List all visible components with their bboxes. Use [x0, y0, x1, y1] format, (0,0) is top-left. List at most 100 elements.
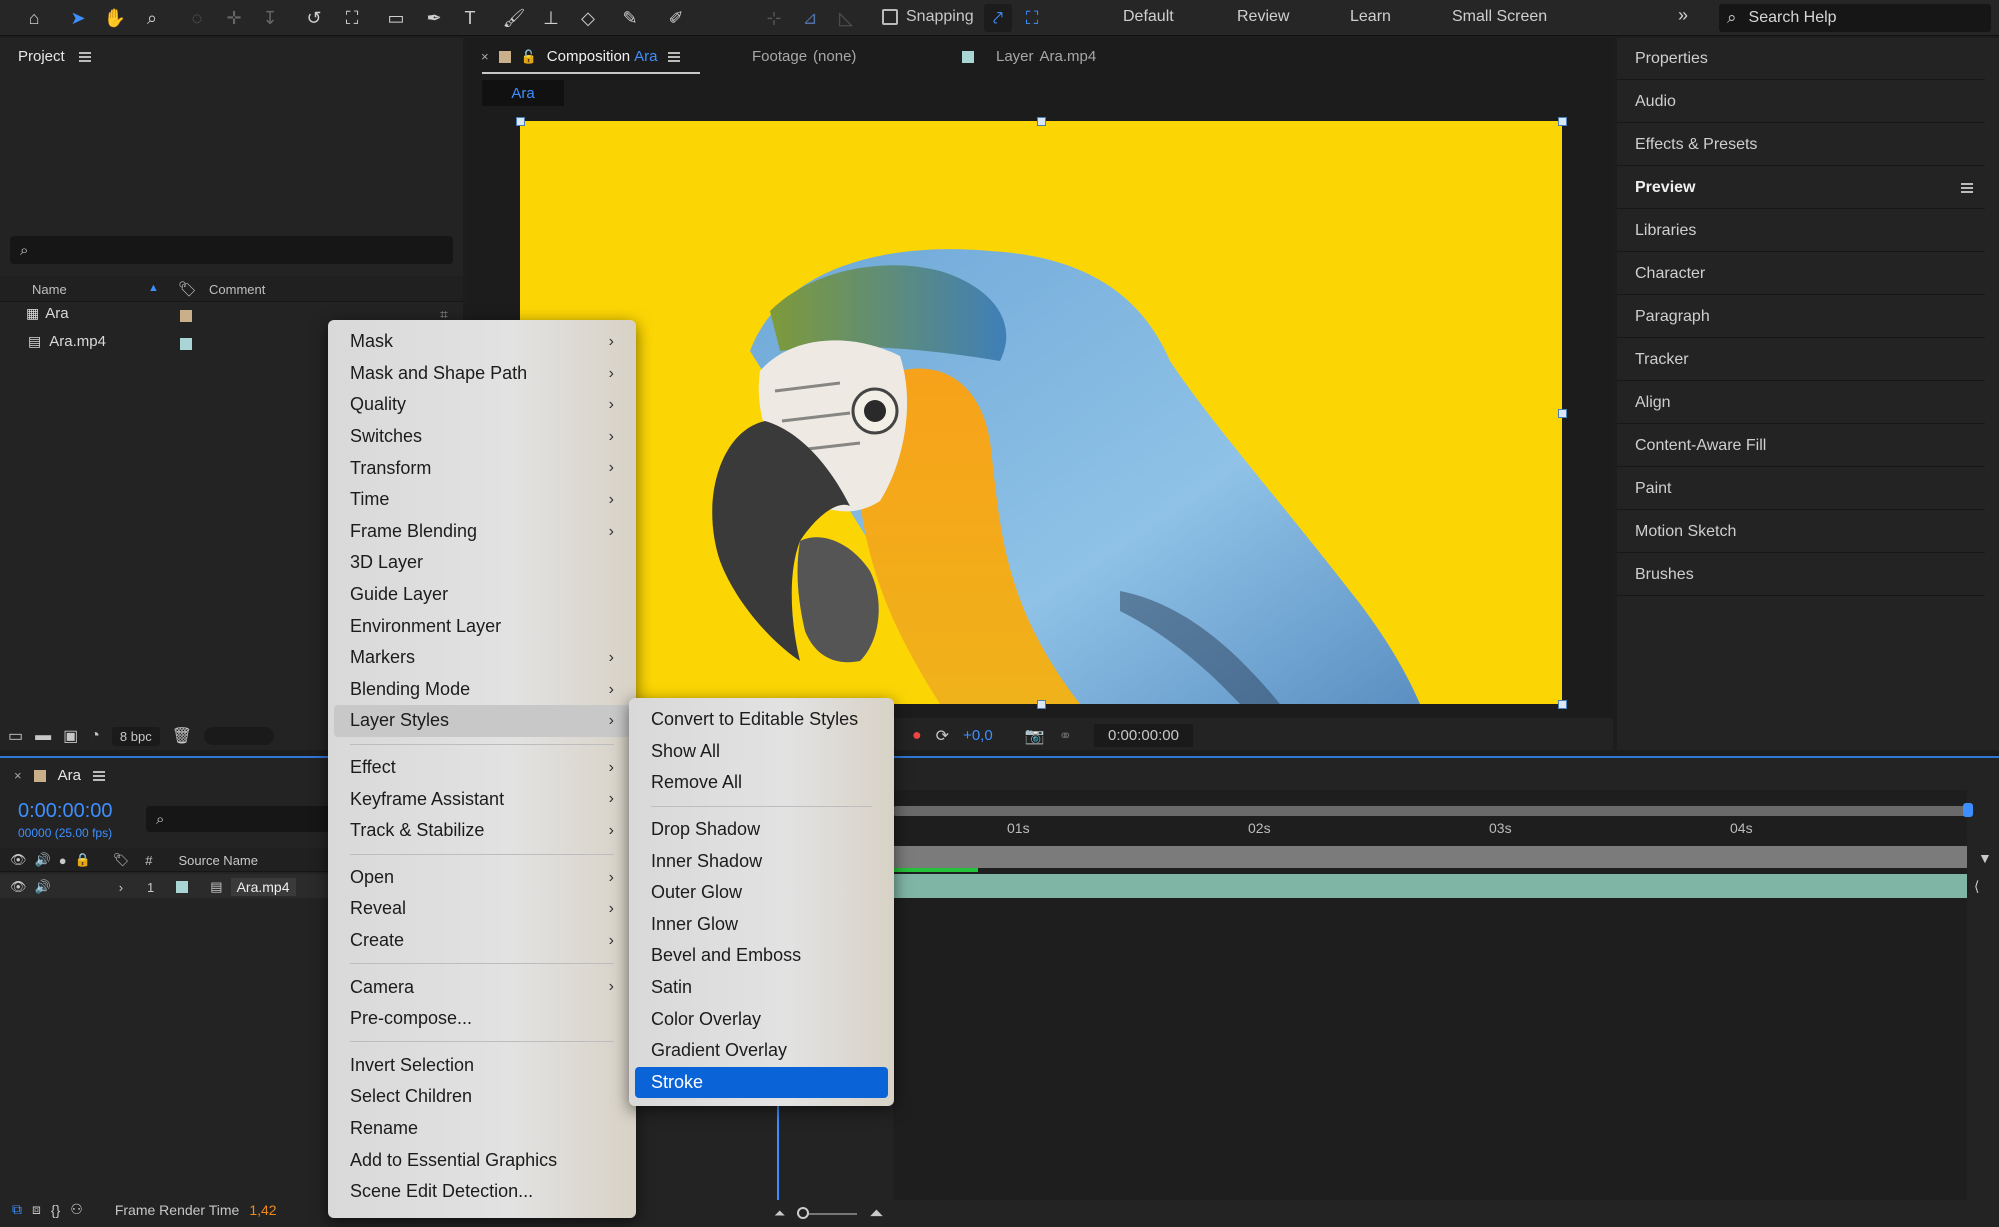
interpret-footage-icon[interactable]: ▭	[8, 726, 23, 746]
eraser-icon[interactable]: ◇	[574, 4, 602, 32]
pan-behind-icon[interactable]: ⛶	[338, 4, 366, 32]
panel-preview[interactable]: Preview	[1617, 167, 1985, 209]
reset-exposure-icon[interactable]: ⟳	[936, 726, 949, 746]
menu-item-track-and-stabilize[interactable]: Track & Stabilize ›	[334, 815, 630, 847]
video-visibility-icon[interactable]: 👁	[10, 879, 27, 895]
zoom-out-icon[interactable]: ⏶	[774, 1205, 785, 1222]
menu-item-layer-styles[interactable]: Layer Styles ›	[334, 705, 630, 737]
panel-effects-presets[interactable]: Effects & Presets	[1617, 124, 1985, 166]
menu-item-invert-selection[interactable]: Invert Selection	[334, 1049, 630, 1081]
solo-icon[interactable]: ●	[59, 853, 67, 868]
source-name-column[interactable]: Source Name	[179, 853, 258, 868]
layer-out-point-icon[interactable]: ⟨	[1974, 878, 1979, 895]
orbit-camera-icon[interactable]: ◌	[183, 4, 211, 32]
thumbnail-size-slider[interactable]	[204, 727, 275, 745]
menu-item-frame-blending[interactable]: Frame Blending ›	[334, 516, 630, 548]
menu-item-rename[interactable]: Rename	[334, 1113, 630, 1145]
audio-icon[interactable]: 🔊	[35, 852, 51, 868]
menu-item-mask-and-shape-path[interactable]: Mask and Shape Path ›	[334, 358, 630, 390]
show-snapshot-icon[interactable]: ⚭	[1059, 726, 1072, 746]
label-swatch[interactable]	[180, 338, 192, 350]
menu-item-color-overlay[interactable]: Color Overlay	[635, 1003, 888, 1035]
expand-layer-icon[interactable]: ›	[119, 880, 123, 895]
pan-camera-icon[interactable]: ✛	[220, 4, 248, 32]
label-column-icon[interactable]: 🏷	[113, 852, 130, 868]
transform-handle[interactable]	[1558, 700, 1567, 709]
workspace-small-screen[interactable]: Small Screen	[1452, 8, 1547, 26]
time-navigator[interactable]	[893, 806, 1967, 816]
panel-paragraph[interactable]: Paragraph	[1617, 296, 1985, 338]
timeline-menu-icon[interactable]	[92, 769, 105, 783]
audio-icon[interactable]: 🔊	[35, 879, 51, 895]
transfer-controls-icon[interactable]: ⧈	[32, 1201, 41, 1218]
menu-item-gradient-overlay[interactable]: Gradient Overlay	[635, 1035, 888, 1067]
label-swatch[interactable]	[176, 881, 189, 893]
label-column-icon[interactable]: 🏷	[178, 280, 197, 298]
lock-icon[interactable]: 🔒	[75, 852, 91, 868]
menu-item-drop-shadow[interactable]: Drop Shadow	[635, 814, 888, 846]
transform-handle[interactable]	[1558, 409, 1567, 418]
menu-item-environment-layer[interactable]: Environment Layer	[334, 610, 630, 642]
work-area-bar[interactable]	[893, 846, 1967, 868]
selection-tool-icon[interactable]: ➤	[64, 4, 92, 32]
channel-colors-icon[interactable]: ●	[912, 727, 922, 745]
bit-depth-button[interactable]: 8 bpc	[111, 726, 160, 746]
menu-item-convert-to-editable-styles[interactable]: Convert to Editable Styles	[635, 704, 888, 736]
new-composition-icon[interactable]: ▣	[63, 726, 78, 746]
menu-item-stroke[interactable]: Stroke	[635, 1066, 888, 1099]
menu-item-3d-layer[interactable]: 3D Layer	[334, 547, 630, 579]
composition-tab-menu-icon[interactable]	[667, 50, 680, 64]
snapshot-camera-icon[interactable]: 📷	[1025, 726, 1045, 746]
snap-edges-icon[interactable]: ⤤	[984, 4, 1012, 32]
exposure-value[interactable]: +0,0	[963, 727, 993, 744]
menu-item-add-to-essential-graphics[interactable]: Add to Essential Graphics	[334, 1144, 630, 1176]
menu-item-inner-glow[interactable]: Inner Glow	[635, 909, 888, 941]
menu-item-inner-shadow[interactable]: Inner Shadow	[635, 845, 888, 877]
axis-local-icon[interactable]: ⊹	[760, 4, 788, 32]
composition-navigator-tab[interactable]: Ara	[482, 80, 564, 106]
menu-item-quality[interactable]: Quality ›	[334, 389, 630, 421]
menu-item-scene-edit-detection[interactable]: Scene Edit Detection...	[334, 1176, 630, 1208]
menu-item-markers[interactable]: Markers ›	[334, 642, 630, 674]
panel-properties[interactable]: Properties	[1617, 38, 1985, 80]
puppet-tool-icon[interactable]: ✐	[662, 4, 690, 32]
menu-item-guide-layer[interactable]: Guide Layer	[334, 579, 630, 611]
zoom-tool-icon[interactable]: ⌕	[138, 4, 166, 32]
rotate-tool-icon[interactable]: ↺	[300, 4, 328, 32]
menu-item-remove-all[interactable]: Remove All	[635, 767, 888, 799]
project-column-comment[interactable]: Comment	[209, 282, 265, 297]
menu-item-create[interactable]: Create ›	[334, 925, 630, 957]
panel-content-aware-fill[interactable]: Content-Aware Fill	[1617, 425, 1985, 467]
axis-world-icon[interactable]: ⊿	[796, 4, 824, 32]
panel-libraries[interactable]: Libraries	[1617, 210, 1985, 252]
work-area-end-icon[interactable]: ▼	[1978, 850, 1992, 866]
transform-handle[interactable]	[516, 117, 525, 126]
search-help-field[interactable]: ⌕ Search Help	[1719, 4, 1991, 32]
project-panel-menu-icon[interactable]	[78, 50, 91, 64]
menu-item-transform[interactable]: Transform ›	[334, 452, 630, 484]
playhead-line[interactable]	[777, 1090, 779, 1200]
menu-item-blending-mode[interactable]: Blending Mode ›	[334, 674, 630, 706]
composition-tab[interactable]: × 🔓 Composition Ara	[481, 48, 680, 65]
lock-icon[interactable]: 🔓	[521, 49, 537, 65]
workspace-overflow-icon[interactable]: »	[1678, 5, 1688, 26]
workspace-learn[interactable]: Learn	[1350, 8, 1391, 26]
menu-item-open[interactable]: Open ›	[334, 862, 630, 894]
menu-item-satin[interactable]: Satin	[635, 972, 888, 1004]
project-item-composition[interactable]: ▦ Ara	[26, 305, 69, 322]
viewer-timecode[interactable]: 0:00:00:00	[1094, 724, 1193, 747]
panel-align[interactable]: Align	[1617, 382, 1985, 424]
menu-item-pre-compose[interactable]: Pre-compose...	[334, 1003, 630, 1035]
new-folder-icon[interactable]: ▬	[35, 727, 51, 745]
hand-tool-icon[interactable]: ✋	[101, 4, 129, 32]
time-navigator-end-handle[interactable]	[1963, 803, 1973, 817]
layer-name[interactable]: Ara.mp4	[230, 878, 296, 896]
menu-item-reveal[interactable]: Reveal ›	[334, 893, 630, 925]
pen-tool-icon[interactable]: ✒	[420, 4, 448, 32]
transform-handle[interactable]	[1037, 700, 1046, 709]
snapping-checkbox[interactable]	[882, 9, 898, 25]
project-panel-title[interactable]: Project	[18, 48, 65, 65]
panel-paint[interactable]: Paint	[1617, 468, 1985, 510]
sort-ascending-icon[interactable]: ▲	[148, 282, 159, 294]
zoom-in-icon[interactable]: ⏶	[869, 1203, 883, 1224]
